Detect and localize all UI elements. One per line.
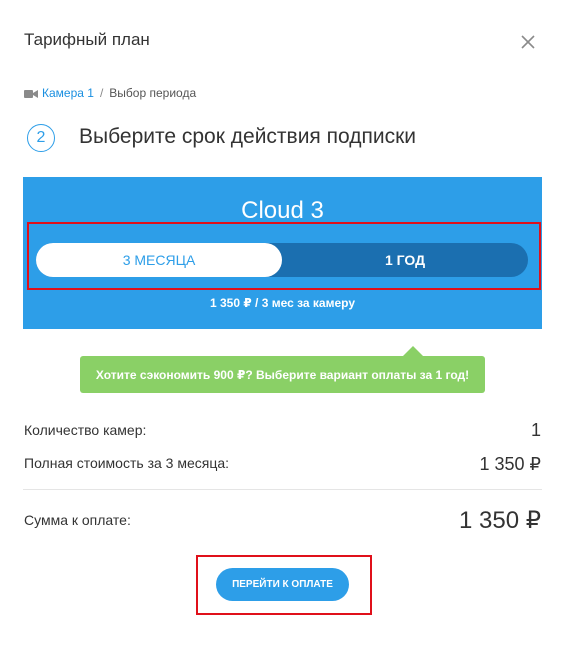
breadcrumb: Камера 1 / Выбор периода [24, 85, 196, 101]
total-value: 1 350 ₽ [459, 507, 541, 534]
plan-name: Cloud 3 [241, 197, 324, 224]
breadcrumb-link-camera[interactable]: Камера 1 [42, 86, 94, 100]
total-label: Сумма к оплате: [24, 512, 131, 528]
full-cost-value: 1 350 ₽ [479, 454, 542, 474]
tip-pointer [403, 346, 423, 356]
pay-button[interactable]: ПЕРЕЙТИ К ОПЛАТЕ [216, 568, 349, 601]
close-icon[interactable] [518, 32, 538, 52]
dialog-title: Тарифный план [24, 30, 150, 49]
full-cost-label: Полная стоимость за 3 месяца: [24, 455, 230, 471]
step-number: 2 [27, 124, 55, 152]
highlight-frame-toggle [27, 222, 541, 290]
savings-tip: Хотите сэкономить 900 ₽? Выберите вариан… [80, 356, 485, 393]
camera-icon [24, 88, 38, 98]
step-title: Выберите срок действия подписки [79, 125, 416, 148]
breadcrumb-current: Выбор периода [109, 86, 197, 100]
divider [23, 489, 542, 490]
camera-count-value: 1 [530, 420, 541, 440]
breadcrumb-separator: / [99, 86, 104, 100]
price-per-camera: 1 350 ₽ / 3 мес за камеру [209, 296, 355, 310]
camera-count-label: Количество камер: [24, 422, 147, 438]
